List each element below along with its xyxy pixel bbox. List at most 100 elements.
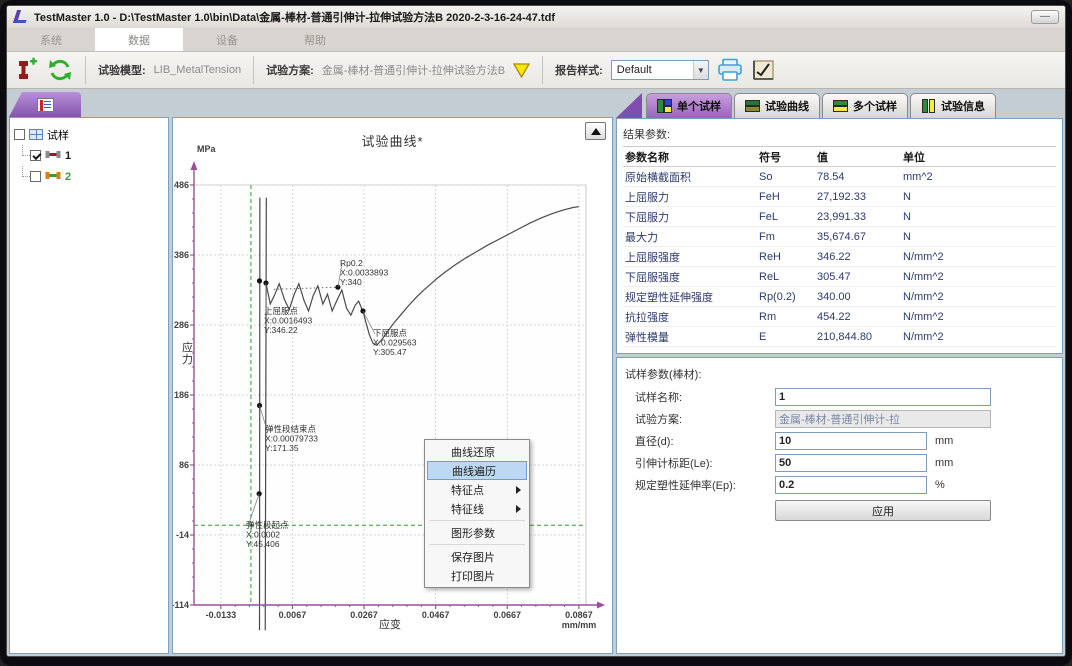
table-cell: 35,674.67 <box>815 227 901 247</box>
toolbar-separator <box>253 56 254 84</box>
table-cell: mm^2 <box>901 167 1056 187</box>
field-input-3[interactable] <box>775 454 927 472</box>
context-menu-item-1[interactable]: 曲线遍历 <box>427 461 527 480</box>
specimen-form-panel: 试样参数(棒材): 试样名称:试验方案:直径(d):mm引伸计标距(Le):mm… <box>616 357 1063 654</box>
submenu-arrow-icon <box>516 505 521 513</box>
specimen-checkbox[interactable] <box>30 150 41 161</box>
table-cell: E <box>757 327 815 347</box>
table-cell: Fm <box>757 227 815 247</box>
field-unit: % <box>935 479 945 491</box>
context-menu-item-2[interactable]: 特征点 <box>427 480 527 499</box>
svg-text:286: 286 <box>174 320 189 330</box>
context-menu-item-5[interactable]: 保存图片 <box>427 547 527 566</box>
menu-item-1[interactable]: 数据 <box>95 28 183 51</box>
tab-0[interactable]: 单个试样 <box>646 93 732 118</box>
table-cell: N <box>901 227 1056 247</box>
menu-separator <box>429 544 525 545</box>
field-unit: mm <box>935 435 953 447</box>
tree-item-0[interactable]: 1 <box>14 145 164 166</box>
root-checkbox[interactable] <box>14 129 25 140</box>
toolbar: 试验模型: LIB_MetalTension 试验方案: 金属-棒材-普通引伸计… <box>7 52 1065 89</box>
specimen-list-tab[interactable] <box>9 92 81 117</box>
table-cell: 78.54 <box>815 167 901 187</box>
table-cell: 上屈服力 <box>623 187 757 207</box>
table-row[interactable]: 下屈服强度ReL305.47N/mm^2 <box>623 267 1056 287</box>
tab-label: 试验信息 <box>941 98 985 114</box>
context-menu-item-0[interactable]: 曲线还原 <box>427 442 527 461</box>
specimen-group-icon <box>29 129 43 140</box>
table-row[interactable]: 上屈服强度ReH346.22N/mm^2 <box>623 247 1056 267</box>
form-row-4: 规定塑性延伸率(Ep):% <box>635 474 1054 496</box>
app-logo-icon <box>13 10 28 24</box>
tab-3[interactable]: 试验信息 <box>910 93 996 118</box>
field-input-4[interactable] <box>775 476 927 494</box>
context-menu-item-4[interactable]: 图形参数 <box>427 523 527 542</box>
menu-item-label: 曲线还原 <box>451 444 495 460</box>
table-cell: 下屈服力 <box>623 207 757 227</box>
context-menu-item-3[interactable]: 特征线 <box>427 499 527 518</box>
svg-text:-14: -14 <box>176 530 189 540</box>
tab-label: 试验曲线 <box>765 98 809 114</box>
table-row[interactable]: 最大力Fm35,674.67N <box>623 227 1056 247</box>
menu-item-3[interactable]: 帮助 <box>271 28 359 51</box>
svg-text:486: 486 <box>174 180 189 190</box>
apply-button[interactable]: 应用 <box>775 500 991 521</box>
table-cell: N/mm^2 <box>901 307 1056 327</box>
svg-text:0.0467: 0.0467 <box>422 610 450 620</box>
menu-item-2[interactable]: 设备 <box>183 28 271 51</box>
app-window: TestMaster 1.0 - D:\TestMaster 1.0\bin\D… <box>6 5 1066 657</box>
svg-text:186: 186 <box>174 390 189 400</box>
table-cell: 弹性模量 <box>623 327 757 347</box>
chart-svg[interactable]: 48638628618686-14-114-0.01330.00670.0267… <box>173 118 612 654</box>
specimen-dumbbell-icon <box>45 171 61 183</box>
field-input-0[interactable] <box>775 388 991 406</box>
chart-panel[interactable]: 试验曲线* 48638628618686-14-114-0.01330.0067… <box>172 117 613 654</box>
tab-1[interactable]: 试验曲线 <box>734 93 820 118</box>
field-label: 规定塑性延伸率(Ep): <box>635 477 775 493</box>
menu-item-label: 曲线遍历 <box>452 463 496 479</box>
form-row-3: 引伸计标距(Le):mm <box>635 452 1054 474</box>
tab-2[interactable]: 多个试样 <box>822 93 908 118</box>
minimize-button[interactable]: — <box>1031 10 1059 24</box>
table-row[interactable]: 下屈服力FeL23,991.33N <box>623 207 1056 227</box>
chart-snapshot-button[interactable] <box>585 122 606 140</box>
tree-root-row[interactable]: 试样 <box>14 124 164 145</box>
table-row[interactable]: 规定塑性延伸强度Rp(0.2)340.00N/mm^2 <box>623 287 1056 307</box>
table-cell: ReH <box>757 247 815 267</box>
specimen-form-rows: 试样名称:试验方案:直径(d):mm引伸计标距(Le):mm规定塑性延伸率(Ep… <box>625 386 1054 496</box>
curve-document-icon <box>37 98 54 112</box>
table-row[interactable]: 弹性模量E210,844.80N/mm^2 <box>623 327 1056 347</box>
test-info-icon <box>921 99 936 113</box>
svg-text:MPa: MPa <box>197 144 217 154</box>
table-cell: 最大力 <box>623 227 757 247</box>
table-row[interactable]: 原始横截面积So78.54mm^2 <box>623 167 1056 187</box>
table-cell: N/mm^2 <box>901 267 1056 287</box>
svg-text:86: 86 <box>179 460 189 470</box>
svg-text:应力: 应力 <box>182 340 193 366</box>
printer-icon[interactable] <box>717 58 743 82</box>
menu-item-label: 特征点 <box>451 482 484 498</box>
table-cell: Rp(0.2) <box>757 287 815 307</box>
field-input-2[interactable] <box>775 432 927 450</box>
refresh-icon[interactable] <box>47 57 73 83</box>
tree-item-1[interactable]: 2 <box>14 166 164 187</box>
scheme-warning-triangle-icon[interactable] <box>513 63 530 78</box>
table-row[interactable]: 上屈服力FeH27,192.33N <box>623 187 1056 207</box>
report-style-value: Default <box>617 64 652 76</box>
scheme-value: 金属-棒材-普通引伸计-拉伸试验方法B <box>322 62 505 78</box>
add-specimen-icon[interactable] <box>15 57 39 83</box>
scheme-label: 试验方案: <box>266 62 314 78</box>
context-menu-item-6[interactable]: 打印图片 <box>427 566 527 585</box>
table-cell: 340.00 <box>815 287 901 307</box>
report-style-select[interactable]: Default ▼ <box>611 60 709 80</box>
column-header: 单位 <box>901 147 1056 167</box>
table-row[interactable]: 抗拉强度Rm454.22N/mm^2 <box>623 307 1056 327</box>
specimen-checkbox[interactable] <box>30 171 41 182</box>
report-check-icon[interactable] <box>751 59 775 81</box>
column-header: 值 <box>815 147 901 167</box>
svg-text:0.0667: 0.0667 <box>493 610 521 620</box>
svg-text:mm/mm: mm/mm <box>562 620 597 630</box>
menu-item-0[interactable]: 系统 <box>7 28 95 51</box>
context-menu: 曲线还原曲线遍历特征点特征线图形参数保存图片打印图片 <box>424 439 530 588</box>
column-header: 参数名称 <box>623 147 757 167</box>
